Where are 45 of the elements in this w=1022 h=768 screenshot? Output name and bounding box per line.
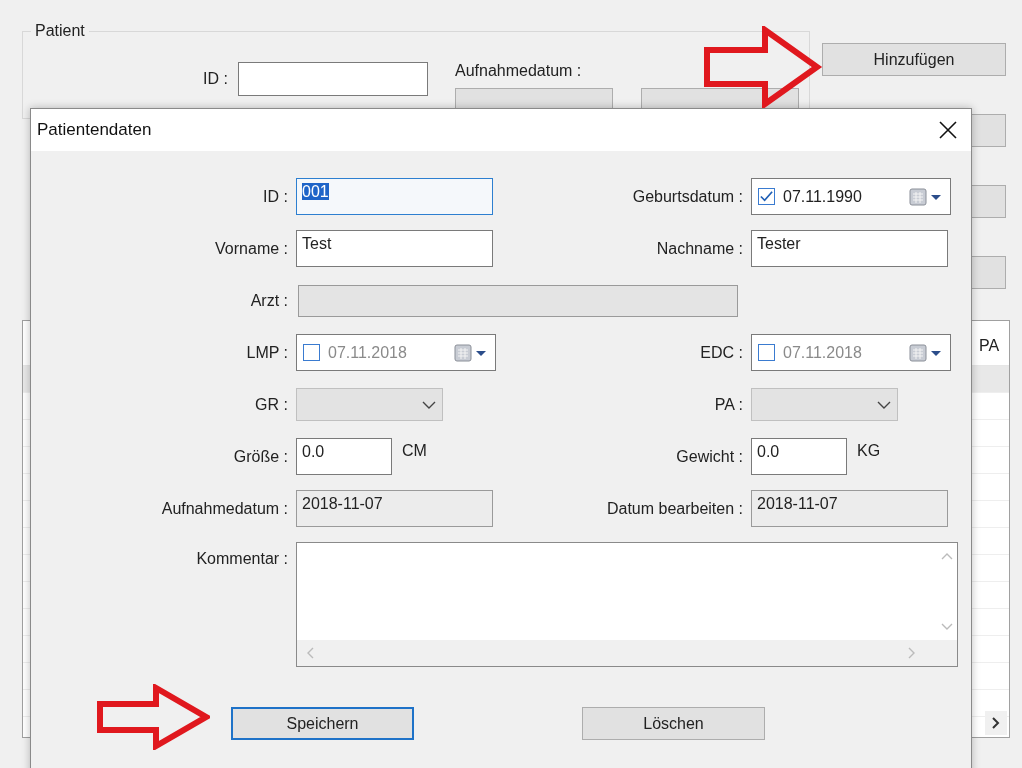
add-button[interactable]: Hinzufügen bbox=[822, 43, 1006, 76]
field-label: Aufnahmedatum : bbox=[455, 62, 583, 80]
input-field[interactable]: Tester bbox=[751, 230, 948, 267]
field-label: Datum bearbeiten : bbox=[605, 499, 744, 518]
date-picker[interactable]: 07.11.2018 bbox=[296, 334, 496, 371]
unit-label: KG bbox=[857, 441, 881, 460]
field-label: Nachname : bbox=[655, 239, 744, 258]
field-label: EDC : bbox=[699, 343, 744, 362]
date-picker[interactable]: 07.11.1990 bbox=[751, 178, 951, 215]
chevron-down-icon bbox=[877, 399, 891, 410]
scroll-right-icon[interactable] bbox=[985, 711, 1007, 735]
field-label: ID : bbox=[203, 70, 228, 88]
field-label: Arzt : bbox=[249, 291, 289, 310]
calendar-icon[interactable] bbox=[908, 186, 944, 207]
unit-label: CM bbox=[402, 441, 427, 460]
field-label: Gewicht : bbox=[675, 447, 744, 466]
input-field[interactable]: 2018-11-07 bbox=[296, 490, 493, 527]
delete-button[interactable]: Löschen bbox=[582, 707, 765, 740]
field-label: Größe : bbox=[232, 447, 289, 466]
column-header[interactable]: PA bbox=[979, 331, 1009, 355]
checkbox[interactable] bbox=[758, 344, 775, 361]
field-label: LMP : bbox=[245, 343, 289, 362]
field-label: Vorname : bbox=[214, 239, 289, 258]
input-field[interactable]: Test bbox=[296, 230, 493, 267]
checkbox[interactable] bbox=[303, 344, 320, 361]
date-picker[interactable]: 07.11.2018 bbox=[751, 334, 951, 371]
chevron-down-icon bbox=[422, 399, 436, 410]
field-label: GR : bbox=[254, 395, 289, 414]
input-field[interactable]: 0.0 bbox=[751, 438, 847, 475]
save-button[interactable]: Speichern bbox=[231, 707, 414, 740]
input-field[interactable]: 2018-11-07 bbox=[751, 490, 948, 527]
window-title: Patientendaten bbox=[37, 120, 152, 140]
input-field[interactable] bbox=[237, 62, 428, 96]
field-label: Aufnahmedatum : bbox=[160, 499, 289, 518]
input-field[interactable] bbox=[298, 284, 738, 317]
calendar-icon[interactable] bbox=[453, 342, 489, 363]
field-label: Kommentar : bbox=[196, 549, 289, 568]
checkbox[interactable] bbox=[758, 188, 775, 205]
field-label: PA : bbox=[713, 395, 744, 414]
close-icon[interactable] bbox=[939, 121, 957, 139]
calendar-icon[interactable] bbox=[908, 342, 944, 363]
field-label: ID : bbox=[262, 187, 289, 206]
input-field[interactable]: 0.0 bbox=[296, 438, 392, 475]
field-label: Geburtsdatum : bbox=[631, 187, 744, 206]
input-field[interactable]: 001 bbox=[296, 178, 493, 215]
